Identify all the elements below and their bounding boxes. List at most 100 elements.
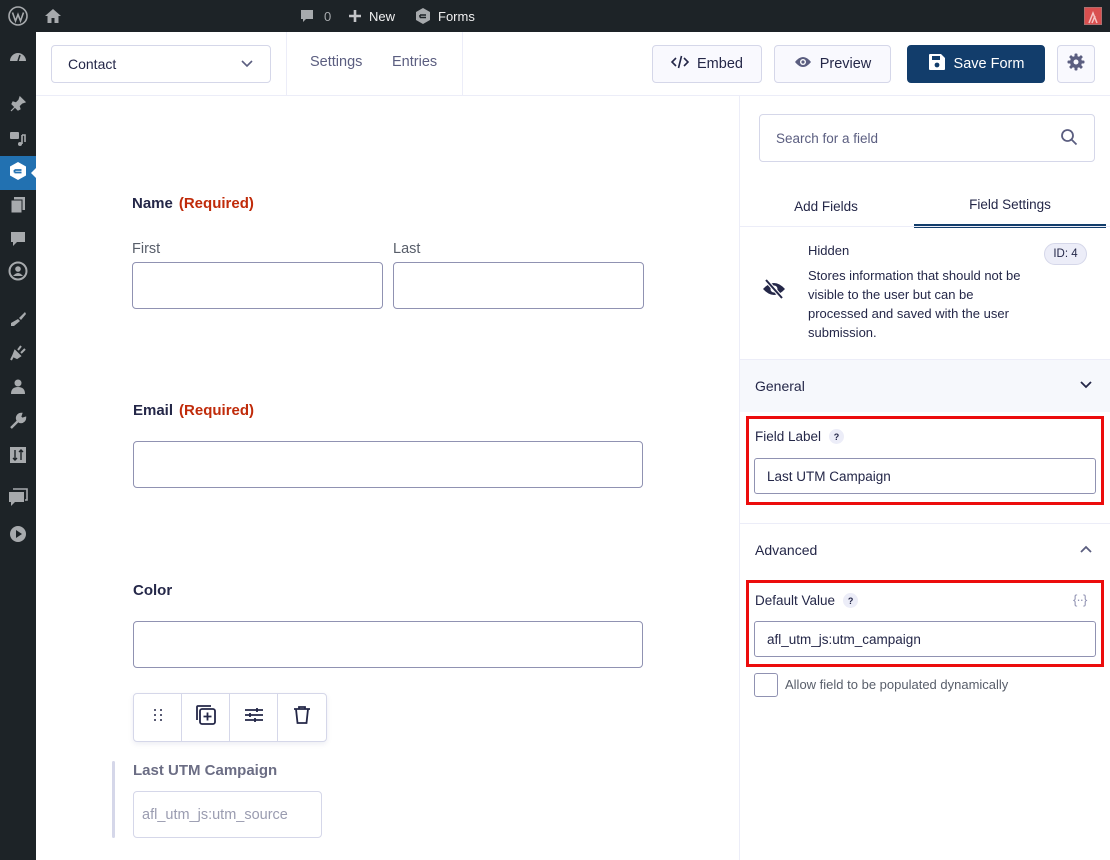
search-placeholder: Search for a field: [776, 130, 879, 146]
menu-appearance[interactable]: [0, 304, 36, 338]
field-search-input[interactable]: Search for a field: [759, 114, 1095, 162]
search-icon: [1060, 128, 1078, 149]
plus-icon: [347, 8, 363, 24]
sliders-icon: [244, 706, 264, 729]
menu-media-player[interactable]: [0, 519, 36, 553]
tab-add-fields[interactable]: Add Fields: [740, 184, 912, 228]
chat-bubbles-icon: [8, 487, 28, 512]
first-name-label: First: [132, 241, 161, 257]
merge-tags-icon[interactable]: {··}: [1073, 592, 1087, 607]
field-type-description: Stores information that should not be vi…: [808, 268, 1021, 340]
default-value-title-text: Default Value: [755, 593, 836, 608]
trash-icon: [293, 705, 311, 730]
menu-forms[interactable]: [0, 156, 37, 190]
last-name-input[interactable]: [393, 262, 644, 309]
menu-dashboard[interactable]: [0, 42, 36, 76]
email-label-text: Email: [133, 402, 174, 419]
wrench-icon: [9, 412, 27, 435]
user-avatar[interactable]: [1084, 0, 1102, 32]
name-label-text: Name: [132, 195, 173, 212]
dashboard-icon: [9, 48, 27, 71]
forms-link[interactable]: Forms: [414, 0, 475, 32]
wordpress-logo-icon[interactable]: [8, 0, 28, 32]
menu-settings[interactable]: [0, 440, 36, 474]
field-id-badge: ID: 4: [1044, 243, 1087, 265]
admin-side-menu: [0, 32, 37, 860]
menu-media[interactable]: [0, 123, 36, 157]
embed-button[interactable]: Embed: [652, 45, 762, 83]
menu-posts[interactable]: [0, 89, 36, 123]
name-field-label: Name (Required): [132, 195, 254, 212]
admin-bar: 0 New Forms: [0, 0, 1110, 32]
default-value-setting-title: Default Value ?: [755, 593, 859, 608]
populate-dynamically-label[interactable]: Allow field to be populated dynamically: [785, 677, 1008, 692]
field-settings-button[interactable]: [230, 694, 278, 741]
advanced-section-title: Advanced: [755, 542, 818, 558]
menu-pages[interactable]: [0, 190, 36, 224]
comment-bubble-icon: [299, 8, 315, 24]
hidden-field-preview[interactable]: afl_utm_js:utm_source: [133, 791, 322, 838]
delete-field-button[interactable]: [278, 694, 326, 741]
duplicate-icon: [195, 704, 217, 731]
help-icon[interactable]: ?: [829, 429, 845, 444]
menu-comments[interactable]: [0, 224, 36, 258]
general-section-title: General: [755, 378, 805, 394]
editor-toolbar: Contact Settings Entries Embed Preview S…: [36, 32, 1110, 96]
gravity-forms-icon: [414, 7, 432, 25]
menu-plugins[interactable]: [0, 338, 36, 372]
field-actions-toolbar: [133, 693, 327, 742]
populate-dynamically-checkbox[interactable]: [754, 673, 778, 697]
new-label: New: [369, 8, 396, 24]
settings-gear-button[interactable]: [1057, 45, 1095, 83]
field-label-title-text: Field Label: [755, 429, 822, 444]
form-selector[interactable]: Contact: [51, 45, 271, 83]
first-name-input[interactable]: [132, 262, 383, 309]
general-section-header[interactable]: General: [740, 360, 1110, 412]
drag-handle[interactable]: [134, 694, 182, 741]
pages-icon: [9, 196, 27, 219]
comments-link[interactable]: 0: [299, 0, 331, 32]
menu-users[interactable]: [0, 372, 36, 406]
eye-slash-icon: [762, 278, 786, 305]
new-content-link[interactable]: New: [347, 0, 395, 32]
embed-label: Embed: [697, 56, 743, 72]
preview-button[interactable]: Preview: [774, 45, 891, 83]
form-canvas: Name (Required) First Last Email (Required…: [36, 96, 739, 860]
user-icon: [9, 378, 27, 401]
profile-circle-icon: [8, 261, 28, 286]
default-value-input[interactable]: afl_utm_js:utm_campaign: [754, 621, 1096, 657]
email-input[interactable]: [133, 441, 643, 488]
last-name-label: Last: [393, 241, 421, 257]
save-form-button[interactable]: Save Form: [907, 45, 1045, 83]
menu-feedback[interactable]: [0, 482, 36, 516]
chevron-down-icon: [1079, 378, 1093, 395]
settings-link[interactable]: Settings: [310, 54, 362, 70]
entries-link[interactable]: Entries: [392, 54, 437, 70]
menu-tools[interactable]: [0, 406, 36, 440]
advanced-section-header[interactable]: Advanced: [740, 524, 1110, 576]
required-indicator: (Required): [178, 195, 254, 212]
divider: [286, 32, 287, 95]
preview-label: Preview: [819, 56, 872, 72]
color-input[interactable]: [133, 621, 643, 668]
tab-field-settings[interactable]: Field Settings: [914, 184, 1106, 228]
eye-icon: [794, 55, 812, 73]
duplicate-field-button[interactable]: [182, 694, 230, 741]
field-label-input[interactable]: Last UTM Campaign: [754, 458, 1096, 494]
hidden-field-label: Last UTM Campaign: [133, 762, 278, 779]
menu-profile[interactable]: [0, 256, 36, 290]
form-selector-value: Contact: [68, 56, 117, 72]
forms-label: Forms: [438, 8, 475, 24]
gear-icon: [1067, 53, 1085, 75]
required-indicator: (Required): [179, 402, 255, 419]
pin-icon: [9, 95, 27, 118]
chevron-up-icon: [1079, 542, 1093, 559]
home-icon[interactable]: [44, 0, 62, 32]
paintbrush-icon: [9, 310, 27, 333]
help-icon[interactable]: ?: [843, 593, 859, 608]
gravity-forms-icon: [8, 161, 28, 186]
plugin-icon: [9, 344, 27, 367]
media-icon: [9, 129, 27, 152]
field-settings-panel: Search for a field Add Fields Field Sett…: [739, 96, 1110, 860]
email-field-label: Email (Required): [133, 402, 254, 419]
